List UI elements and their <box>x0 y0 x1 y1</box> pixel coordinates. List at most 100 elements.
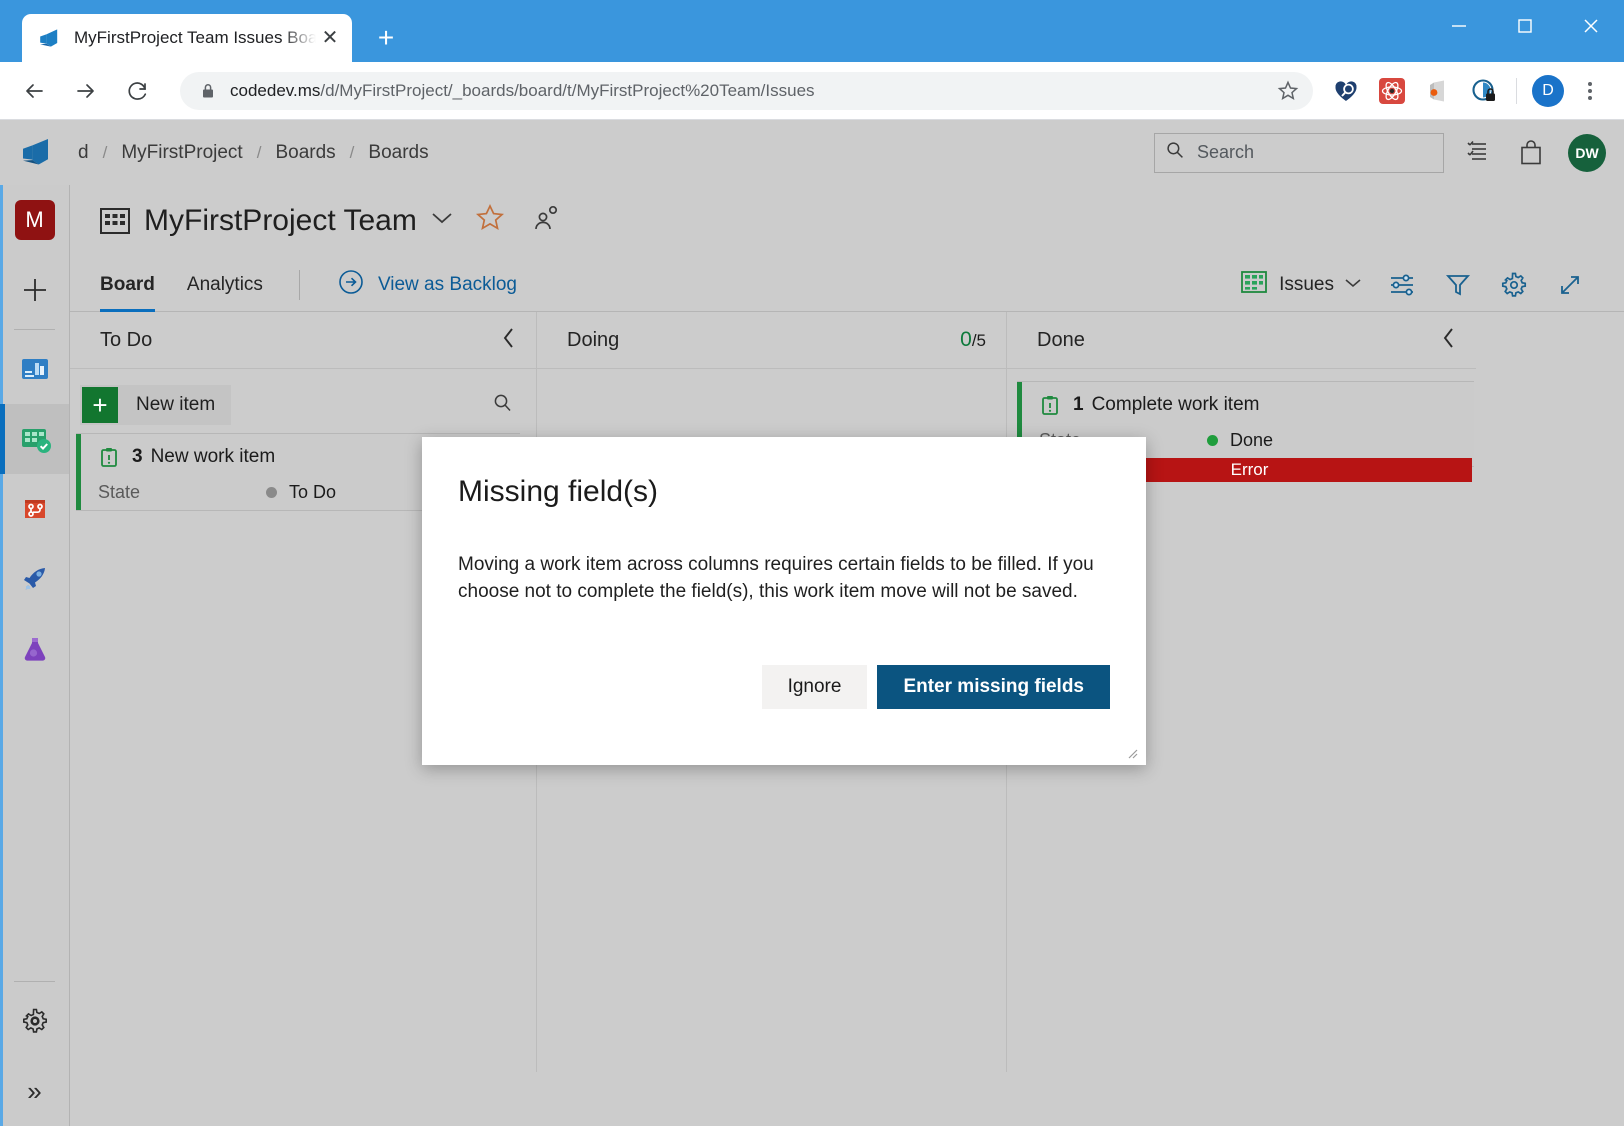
bookmark-star-icon[interactable] <box>1271 74 1305 108</box>
azure-devops-favicon-icon <box>38 27 60 49</box>
overview-icon <box>15 349 55 389</box>
column-header: Doing 0/5 <box>537 312 1006 368</box>
office-extension-icon[interactable] <box>1415 69 1461 113</box>
breadcrumb-item-org[interactable]: d <box>72 140 95 166</box>
breadcrumb-item-project[interactable]: MyFirstProject <box>115 140 248 166</box>
reload-icon[interactable] <box>118 71 158 111</box>
resize-grip-icon[interactable] <box>1124 745 1140 761</box>
rail-divider <box>14 981 55 982</box>
column-title: Done <box>1037 329 1085 352</box>
browser-window: MyFirstProject Team Issues Board ✕ + <box>0 0 1624 1126</box>
board-settings-sliders-icon[interactable] <box>1378 263 1426 307</box>
azure-devops-logo-icon[interactable] <box>16 133 56 173</box>
pipelines-rocket-icon <box>15 559 55 599</box>
dialog-body-text: Moving a work item across columns requir… <box>422 509 1146 605</box>
state-dot-icon <box>266 487 277 498</box>
heart-search-extension-icon[interactable] <box>1323 69 1369 113</box>
browser-toolbar: codedev.ms/d/MyFirstProject/_boards/boar… <box>0 62 1624 120</box>
rail-footer: » <box>0 977 69 1126</box>
create-new-button[interactable] <box>0 255 69 325</box>
new-item-row: + New item <box>70 369 536 431</box>
new-tab-button[interactable]: + <box>366 18 406 58</box>
address-bar-url: codedev.ms/d/MyFirstProject/_boards/boar… <box>230 81 815 101</box>
backlog-level-picker[interactable]: Issues <box>1233 267 1370 302</box>
card-title: New work item <box>151 446 276 468</box>
project-nav-rail: M <box>0 185 70 1126</box>
back-arrow-icon[interactable] <box>14 71 54 111</box>
minimize-window-icon[interactable] <box>1426 0 1492 52</box>
global-search-input[interactable]: Search <box>1154 133 1444 173</box>
card-title: Complete work item <box>1092 394 1260 416</box>
issue-icon <box>98 446 120 468</box>
ignore-button[interactable]: Ignore <box>762 665 868 709</box>
wip-max: /5 <box>972 331 986 350</box>
forward-arrow-icon[interactable] <box>66 71 106 111</box>
browser-tab[interactable]: MyFirstProject Team Issues Board ✕ <box>22 14 352 62</box>
sidebar-item-repos[interactable] <box>0 474 69 544</box>
search-icon <box>1165 140 1185 165</box>
plus-icon: + <box>82 387 118 423</box>
view-as-backlog-button[interactable]: View as Backlog <box>324 269 517 301</box>
column-title: Doing <box>567 329 619 352</box>
project-avatar[interactable]: M <box>0 185 69 255</box>
test-plans-flask-icon <box>15 629 55 669</box>
repos-icon <box>15 489 55 529</box>
favorite-star-icon[interactable] <box>475 203 505 238</box>
arrow-circle-right-icon <box>338 269 364 301</box>
privacy-lock-extension-icon[interactable] <box>1461 69 1507 113</box>
tab-board[interactable]: Board <box>100 258 155 312</box>
toolbar-divider <box>1516 78 1517 104</box>
card-title-row: 1 Complete work item <box>1039 394 1458 416</box>
expand-rail-button[interactable]: » <box>0 1056 69 1126</box>
url-path: /d/MyFirstProject/_boards/board/t/MyFirs… <box>320 81 814 100</box>
project-initial: M <box>15 200 55 240</box>
user-avatar[interactable]: DW <box>1568 134 1606 172</box>
board-toolbar: Issues <box>1233 263 1594 307</box>
board-tabs: Board Analytics View as Backlog <box>70 258 1624 312</box>
sidebar-item-test-plans[interactable] <box>0 614 69 684</box>
react-devtools-extension-icon[interactable] <box>1369 69 1415 113</box>
column-search-icon[interactable] <box>492 392 514 419</box>
project-settings-button[interactable] <box>0 986 69 1056</box>
tab-analytics[interactable]: Analytics <box>187 258 263 312</box>
close-window-icon[interactable] <box>1558 0 1624 52</box>
sidebar-item-pipelines[interactable] <box>0 544 69 614</box>
close-tab-icon[interactable]: ✕ <box>318 26 342 50</box>
breadcrumb-item-hub[interactable]: Boards <box>269 140 341 166</box>
sidebar-item-overview[interactable] <box>0 334 69 404</box>
team-members-icon[interactable] <box>531 203 561 238</box>
board-header: MyFirstProject Team <box>70 185 1624 238</box>
filter-funnel-icon[interactable] <box>1434 263 1482 307</box>
marketplace-bag-icon[interactable] <box>1506 130 1556 176</box>
board-settings-gear-icon[interactable] <box>1490 263 1538 307</box>
fullscreen-expand-icon[interactable] <box>1546 263 1594 307</box>
tabs-divider <box>299 270 300 300</box>
breadcrumb-separator: / <box>95 143 116 163</box>
maximize-window-icon[interactable] <box>1492 0 1558 52</box>
global-search-placeholder: Search <box>1197 142 1254 163</box>
card-field-label: State <box>98 482 266 503</box>
browser-profile-avatar[interactable]: D <box>1532 75 1564 107</box>
card-id: 1 <box>1073 394 1084 416</box>
sidebar-item-boards[interactable] <box>0 404 69 474</box>
window-controls <box>1426 0 1624 52</box>
new-item-button[interactable]: + New item <box>80 385 231 425</box>
ado-global-header: d / MyFirstProject / Boards / Boards Sea… <box>0 120 1624 185</box>
enter-missing-fields-button[interactable]: Enter missing fields <box>877 665 1110 709</box>
chevron-down-icon[interactable] <box>431 211 453 230</box>
chevron-down-icon <box>1344 276 1362 294</box>
kebab-menu-icon[interactable] <box>1570 71 1610 111</box>
card-field-value: To Do <box>289 482 336 503</box>
wip-limit: 0/5 <box>960 328 986 352</box>
breadcrumb-item-boards[interactable]: Boards <box>362 140 434 166</box>
work-items-list-icon[interactable] <box>1450 130 1500 176</box>
collapse-column-icon[interactable] <box>1442 327 1456 354</box>
collapse-column-icon[interactable] <box>502 327 516 354</box>
boards-icon <box>15 419 55 459</box>
backlog-level-label: Issues <box>1279 274 1334 296</box>
missing-fields-dialog: Missing field(s) Moving a work item acro… <box>422 437 1146 765</box>
wip-current: 0 <box>960 328 972 351</box>
state-dot-icon <box>1207 435 1218 446</box>
address-bar[interactable]: codedev.ms/d/MyFirstProject/_boards/boar… <box>180 72 1313 110</box>
new-item-label: New item <box>136 394 215 416</box>
